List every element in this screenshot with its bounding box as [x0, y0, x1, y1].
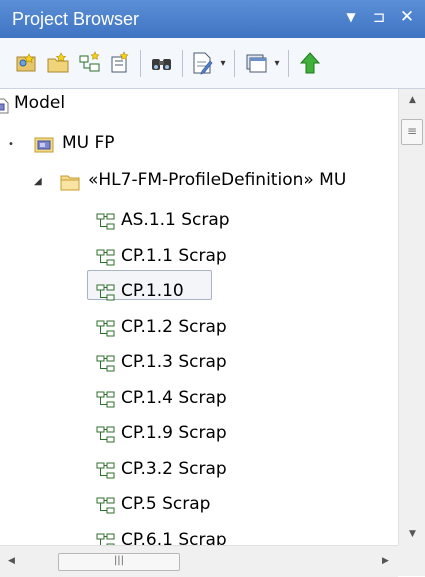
pin-icon[interactable]: ⊐ — [370, 5, 388, 29]
tree-node-diagram[interactable]: AS.1.1 Scrap — [0, 206, 398, 236]
tree-node-label: CP.1.10 — [121, 281, 184, 301]
expander-expanded-icon[interactable]: ◢ — [34, 176, 42, 187]
tree-node-label: CP.1.4 Scrap — [121, 387, 227, 408]
toolbar-separator — [288, 50, 289, 77]
horizontal-scroll-thumb[interactable]: ||| — [58, 553, 180, 571]
diagram-icon — [96, 283, 116, 303]
horizontal-scrollbar[interactable]: ◀ ||| ▶ — [0, 545, 398, 577]
tree-node-model[interactable]: • MU FP — [0, 129, 398, 159]
new-element-icon[interactable] — [108, 51, 132, 75]
tree-node-diagram[interactable]: CP.1.3 Scrap — [0, 348, 398, 378]
tree-node-label: CP.1.1 Scrap — [121, 245, 227, 266]
scroll-grip-icon: ≡ — [406, 124, 418, 138]
tree-node-diagram[interactable]: CP.1.4 Scrap — [0, 384, 398, 414]
tree-node-label: «HL7-FM-ProfileDefinition» MU — [88, 170, 347, 190]
new-package-icon[interactable] — [46, 51, 70, 75]
scrollbar-corner — [398, 545, 425, 576]
diagram-icon — [96, 532, 116, 545]
tree-node-label: CP.5 Scrap — [121, 494, 211, 514]
toolbar: ▾ ▾ — [0, 38, 425, 89]
tree-node-diagram[interactable]: CP.3.2 Scrap — [0, 455, 398, 485]
toolbar-separator — [182, 50, 183, 77]
folder-icon — [60, 175, 80, 191]
document-icon[interactable] — [190, 51, 214, 75]
scroll-left-icon[interactable]: ◀ — [8, 556, 15, 566]
tree-node-label: CP.1.9 Scrap — [121, 423, 227, 443]
scroll-up-icon[interactable]: ▲ — [399, 95, 425, 105]
tree-node-label: CP.1.3 Scrap — [121, 352, 227, 372]
project-tree: Model • MU FP ◢ «HL7-FM-ProfileDefinitio… — [0, 89, 398, 545]
toolbar-separator — [140, 50, 141, 77]
close-icon[interactable]: ✕ — [398, 5, 416, 29]
scroll-grip-icon: ||| — [113, 555, 125, 566]
window-options-dropdown[interactable]: ▼ — [342, 5, 360, 29]
diagram-icon — [96, 425, 116, 445]
new-model-icon[interactable] — [14, 51, 38, 75]
diagram-icon — [96, 354, 116, 374]
tree-node-label: CP.3.2 Scrap — [121, 458, 227, 479]
vertical-scroll-thumb[interactable]: ≡ — [401, 119, 423, 145]
tree-node-label: AS.1.1 Scrap — [121, 210, 230, 230]
vertical-scrollbar[interactable]: ▲ ≡ ▼ — [398, 89, 425, 545]
tree-node-diagram[interactable]: CP.1.1 Scrap — [0, 242, 398, 272]
tree-node-package[interactable]: ◢ «HL7-FM-ProfileDefinition» MU — [0, 166, 398, 196]
diagram-icon — [96, 390, 116, 410]
toolbar-separator — [234, 50, 235, 77]
scroll-right-icon[interactable]: ▶ — [382, 556, 389, 566]
new-diagram-icon[interactable] — [78, 51, 102, 75]
tree-node-diagram[interactable]: CP.1.2 Scrap — [0, 313, 398, 343]
tree-node-diagram[interactable]: CP.1.9 Scrap — [0, 419, 398, 449]
expander-icon[interactable]: • — [8, 139, 14, 150]
document-dropdown[interactable]: ▾ — [218, 52, 228, 76]
model-package-icon — [34, 137, 54, 153]
tree-node-diagram[interactable]: CP.6.1 Scrap — [0, 526, 398, 546]
diagram-icon — [96, 212, 116, 232]
tree-node-diagram[interactable]: CP.5 Scrap — [0, 490, 398, 520]
tree-node-label: Model — [14, 93, 66, 113]
scroll-down-icon[interactable]: ▼ — [399, 529, 425, 539]
diagram-icon — [96, 461, 116, 481]
diagram-icon — [96, 319, 116, 339]
tree-node-diagram[interactable]: CP.1.10 — [0, 277, 398, 307]
title-bar: Project Browser ▼ ⊐ ✕ — [0, 0, 425, 38]
tree-node-label: MU FP — [62, 133, 115, 153]
window-title: Project Browser — [12, 9, 140, 29]
tree-node-model-root[interactable]: Model — [0, 89, 398, 119]
window-icon[interactable] — [244, 51, 268, 75]
find-icon[interactable] — [150, 51, 174, 75]
model-root-icon — [0, 98, 9, 114]
diagram-icon — [96, 496, 116, 516]
window-dropdown[interactable]: ▾ — [272, 52, 282, 76]
tree-node-label: CP.6.1 Scrap — [121, 529, 227, 546]
tree-node-label: CP.1.2 Scrap — [121, 316, 227, 337]
move-up-icon[interactable] — [298, 51, 322, 75]
diagram-icon — [96, 248, 116, 268]
